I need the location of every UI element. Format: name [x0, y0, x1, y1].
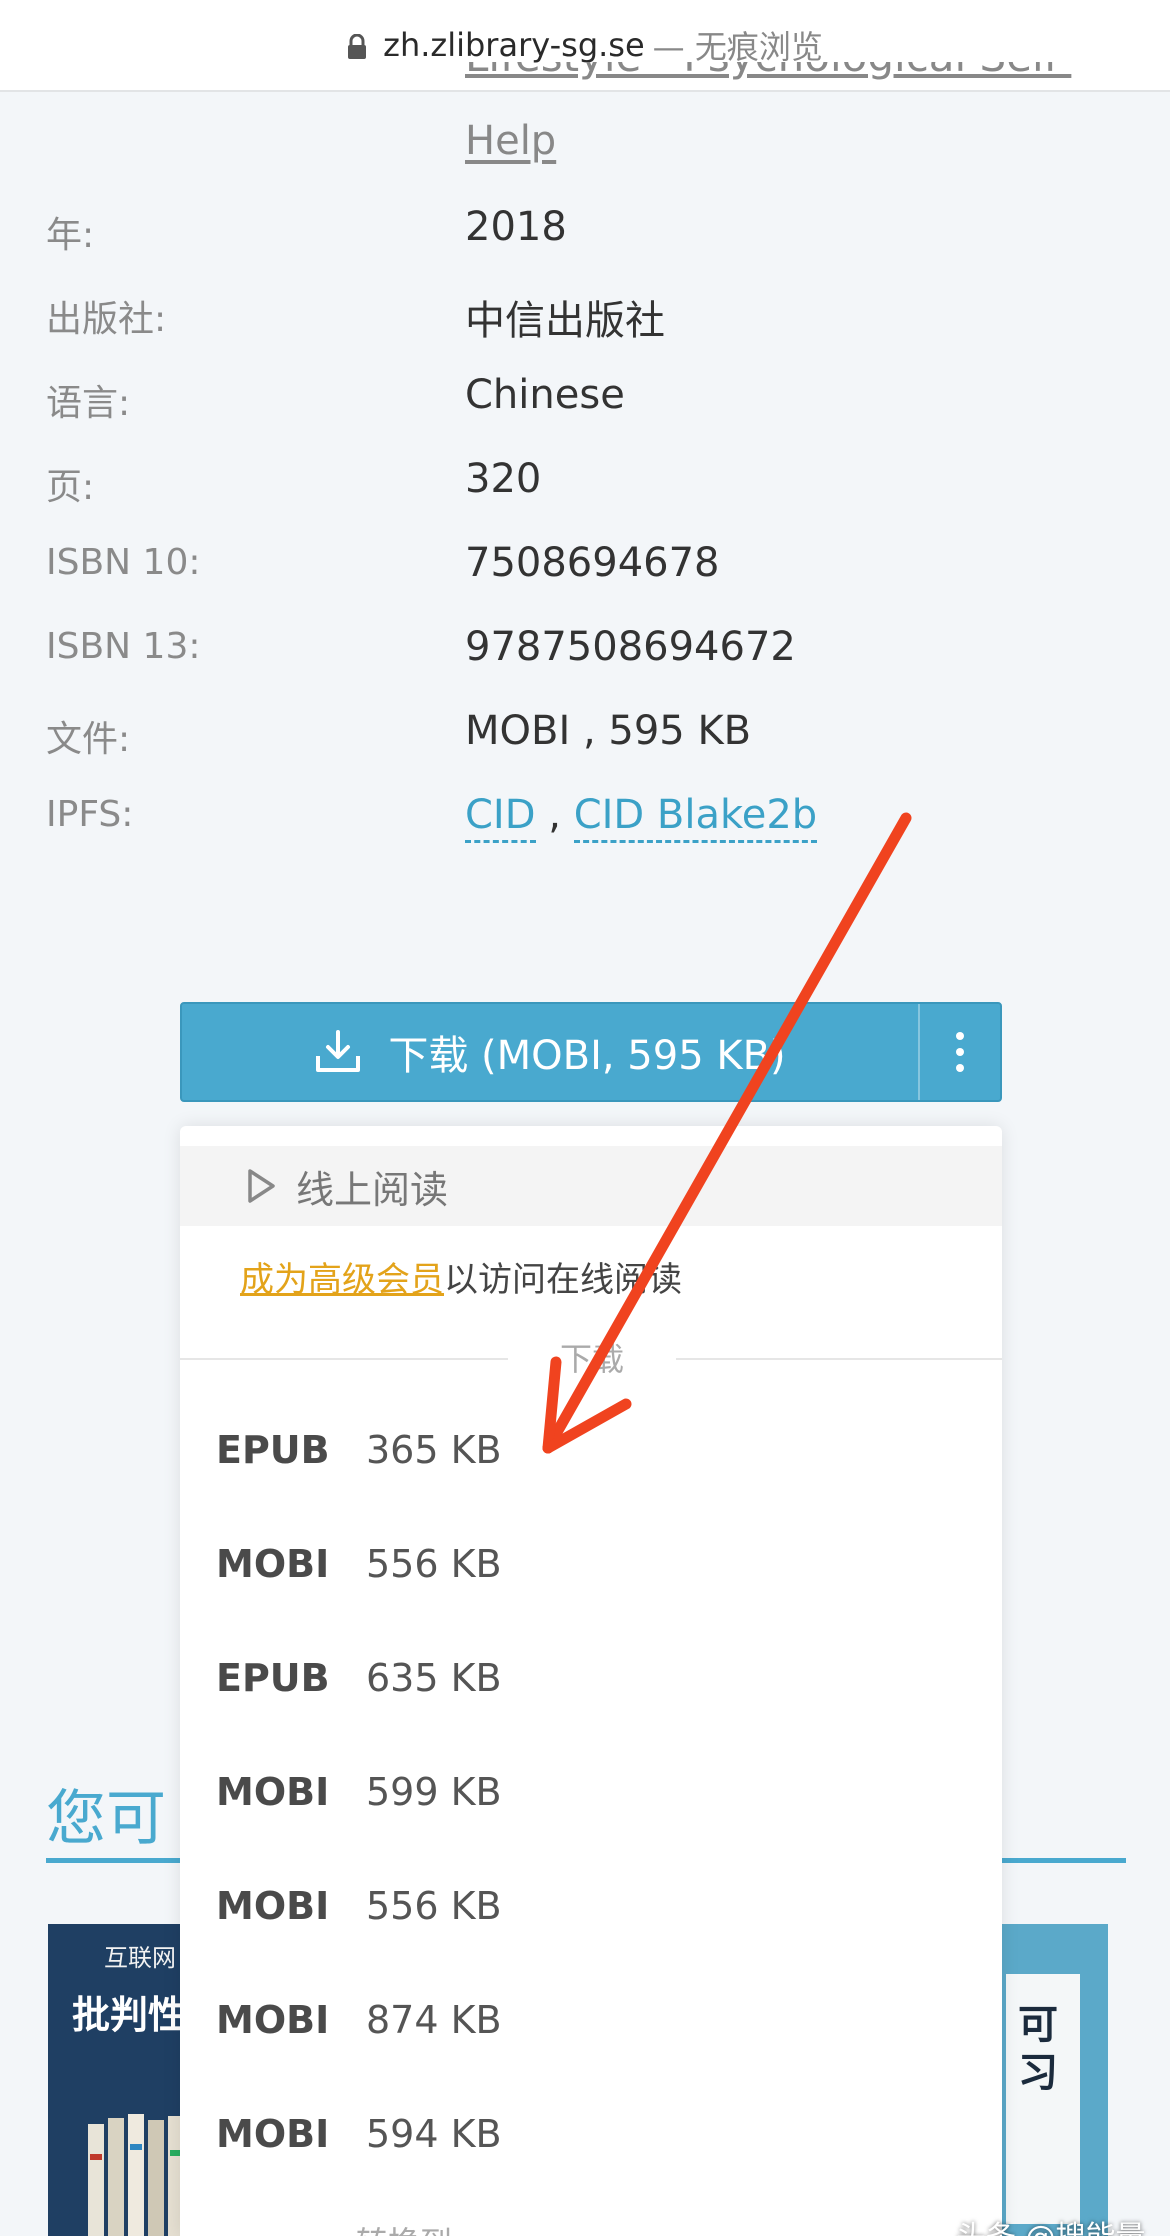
detail-value-file: MOBI , 595 KB	[465, 708, 752, 754]
detail-value-ipfs: CID , CID Blake2b	[465, 792, 818, 843]
detail-value-language: Chinese	[465, 372, 625, 418]
format-size: 556 KB	[366, 1884, 502, 1928]
detail-label-isbn10: ISBN 10:	[46, 542, 201, 583]
recommended-book-cover[interactable]: 互联网 批判性	[48, 1924, 188, 2236]
format-size: 635 KB	[366, 1656, 502, 1700]
recommend-heading: 您可	[46, 1784, 166, 1854]
detail-label-year: 年:	[46, 215, 95, 256]
book-cover-top-text: 互联网	[104, 1944, 176, 1972]
ipfs-separator: ,	[535, 792, 574, 838]
format-name: EPUB	[216, 1428, 330, 1472]
format-name: EPUB	[216, 1656, 330, 1700]
detail-value-pages: 320	[465, 456, 542, 502]
detail-label-publisher: 出版社:	[46, 299, 167, 340]
book-cover-title: 批判性	[72, 1992, 187, 2037]
format-item-epub-365[interactable]: EPUB 365 KB	[216, 1428, 502, 1488]
format-item-mobi-556-b[interactable]: MOBI 556 KB	[216, 1884, 502, 1944]
category-link-help[interactable]: Help	[465, 118, 556, 164]
download-button-label: 下载 (MOBI, 595 KB)	[388, 1033, 786, 1079]
lock-icon	[348, 34, 367, 59]
detail-label-language: 语言:	[46, 383, 131, 424]
download-section-title: 下载	[508, 1334, 676, 1380]
download-dropdown-menu: 线上阅读 成为高级会员以访问在线阅读 下载 EPUB 365 KB MOBI 556…	[180, 1126, 1002, 2236]
premium-notice: 成为高级会员以访问在线阅读	[240, 1252, 682, 1301]
book-cover-char-2: 习	[1018, 2049, 1058, 2096]
format-size: 556 KB	[366, 1542, 502, 1586]
book-spines-illustration	[88, 2114, 184, 2236]
ipfs-cid-blake2b-link[interactable]: CID Blake2b	[573, 792, 818, 843]
format-item-mobi-594[interactable]: MOBI 594 KB	[216, 2112, 502, 2172]
format-item-epub-635[interactable]: EPUB 635 KB	[216, 1656, 502, 1716]
format-item-mobi-874[interactable]: MOBI 874 KB	[216, 1998, 502, 2058]
more-options-button[interactable]	[920, 1004, 1000, 1100]
online-read-item[interactable]: 线上阅读	[180, 1146, 1002, 1226]
format-item-mobi-556[interactable]: MOBI 556 KB	[216, 1542, 502, 1602]
format-name: MOBI	[216, 1884, 330, 1928]
format-size: 365 KB	[366, 1428, 502, 1472]
recommended-book-cover-right[interactable]: 可 习	[1000, 1924, 1108, 2236]
online-read-label: 线上阅读	[296, 1167, 449, 1212]
ipfs-cid-link[interactable]: CID	[465, 792, 536, 843]
format-size: 599 KB	[366, 1770, 502, 1814]
download-button-group: 下载 (MOBI, 595 KB)	[180, 1002, 1002, 1102]
become-premium-link[interactable]: 成为高级会员	[240, 1260, 444, 1300]
format-name: MOBI	[216, 2112, 330, 2156]
detail-value-isbn13: 9787508694672	[465, 624, 796, 670]
detail-label-pages: 页:	[46, 467, 95, 508]
download-button[interactable]: 下载 (MOBI, 595 KB)	[182, 1004, 920, 1100]
format-name: MOBI	[216, 1998, 330, 2042]
format-name: MOBI	[216, 1542, 330, 1586]
detail-value-year: 2018	[465, 204, 567, 250]
detail-value-isbn10: 7508694678	[465, 540, 720, 586]
convert-section-title: 转换到	[356, 2218, 452, 2236]
format-name: MOBI	[216, 1770, 330, 1814]
url-host: zh.zlibrary-sg.se	[383, 26, 645, 64]
detail-label-file: 文件:	[46, 719, 131, 760]
category-link-partial[interactable]: Lifestyle - Psychological Self-	[465, 62, 1125, 102]
premium-notice-text: 以访问在线阅读	[444, 1260, 682, 1300]
book-cover-panel: 可 习	[1006, 1974, 1080, 2224]
format-size: 874 KB	[366, 1998, 502, 2042]
download-icon	[316, 1030, 361, 1072]
play-icon	[248, 1169, 275, 1203]
watermark: 头条 @搜能量	[956, 2212, 1146, 2236]
format-size: 594 KB	[366, 2112, 502, 2156]
detail-label-ipfs: IPFS:	[46, 794, 134, 835]
more-vertical-icon	[956, 1032, 964, 1072]
format-item-mobi-599[interactable]: MOBI 599 KB	[216, 1770, 502, 1830]
detail-label-isbn13: ISBN 13:	[46, 626, 201, 667]
detail-value-publisher: 中信出版社	[465, 298, 665, 344]
